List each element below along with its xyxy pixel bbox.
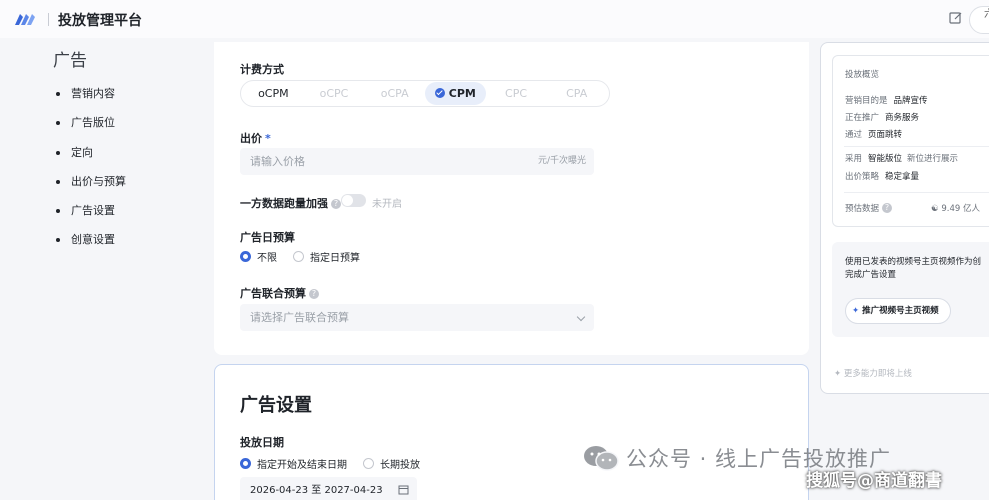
joint-budget-placeholder: 请选择广告联合预算 <box>250 311 349 324</box>
sohu-watermark: 搜狐号@商道翻書 <box>806 471 942 491</box>
ad-settings-title: 广告设置 <box>240 395 312 416</box>
sparkle-icon: ✦ <box>834 369 842 379</box>
app-title: 投放管理平台 <box>58 13 142 29</box>
summary-title: 投放概览 <box>845 70 880 80</box>
nav-item-bid-budget[interactable]: 出价与预算 <box>56 172 126 201</box>
date-range-picker[interactable]: 2026-04-23 至 2027-04-23 <box>240 477 417 500</box>
nav-item-ad-settings[interactable]: 广告设置 <box>56 201 126 230</box>
nav-dot <box>56 238 60 243</box>
summary-divider <box>844 192 989 193</box>
summary-line: 采用 智能版位 新位进行展示 <box>845 154 959 164</box>
summary-divider <box>844 146 989 147</box>
promo-text-line1: 使用已发表的视频号主页视频作为创 <box>845 257 982 267</box>
bid-placeholder: 请输入价格 <box>250 155 305 168</box>
nav-dot <box>56 92 60 96</box>
forecast-value: ☯ 9.49 亿人 <box>931 204 980 214</box>
daily-budget-radio-group: 不限 指定日预算 <box>240 249 376 264</box>
step-nav: 营销内容 广告版位 定向 出价与预算 广告设置 创意设置 <box>56 84 126 260</box>
radio-specified-dates[interactable] <box>240 458 251 469</box>
billing-method-selector: oCPM oCPC oCPA CPM CPC CPA <box>240 80 610 107</box>
more-features-note: ✦ 更多能力即将上线 <box>834 369 912 379</box>
billing-option-cpc[interactable]: CPC <box>486 82 547 105</box>
radio-unlimited[interactable] <box>240 251 251 262</box>
top-bar: 投放管理平台 六 旧 <box>0 0 989 38</box>
sparkle-icon: ✦ <box>852 306 860 316</box>
help-icon[interactable]: ? <box>309 289 319 299</box>
toggle-status: 未开启 <box>372 199 402 210</box>
user-icon: ☯ <box>931 204 939 214</box>
calendar-icon <box>398 485 409 495</box>
billing-option-ocpc[interactable]: oCPC <box>304 82 365 105</box>
edit-icon[interactable] <box>948 10 964 26</box>
nav-dot <box>56 121 60 126</box>
help-icon[interactable]: ? <box>331 199 341 209</box>
promo-text-line2: 完成广告设置 <box>845 270 897 280</box>
radio-specified-budget[interactable] <box>293 251 304 262</box>
nav-item-creative-settings[interactable]: 创意设置 <box>56 230 126 259</box>
wechat-icon <box>584 446 619 471</box>
radio-unlimited-label: 不限 <box>257 253 277 264</box>
billing-label: 计费方式 <box>240 63 284 76</box>
radio-specified-dates-label: 指定开始及结束日期 <box>257 460 347 471</box>
billing-option-ocpa[interactable]: oCPA <box>364 82 425 105</box>
check-icon <box>434 88 445 98</box>
help-icon[interactable]: ? <box>882 203 893 213</box>
brand-logo-icon <box>15 14 35 25</box>
nav-dot <box>56 179 60 184</box>
summary-line: 正在推广 商务服务 <box>845 113 920 123</box>
nav-item-marketing-content[interactable]: 营销内容 <box>56 84 126 113</box>
summary-line: 营销目的是 品牌宣传 <box>845 96 928 106</box>
bid-label: 出价 * <box>240 132 271 145</box>
promote-video-button[interactable]: ✦ 推广视频号主页视频 <box>845 298 951 324</box>
logo-divider <box>48 13 49 26</box>
nav-dot <box>56 150 60 155</box>
date-label: 投放日期 <box>240 436 284 449</box>
summary-line: 出价策略 稳定拿量 <box>845 172 920 182</box>
nav-item-targeting[interactable]: 定向 <box>56 143 126 172</box>
nav-heading: 广告 <box>53 51 87 71</box>
joint-budget-label: 广告联合预算? <box>240 285 319 301</box>
first-party-label: 一方数据跑量加强? <box>240 195 341 211</box>
user-avatar[interactable]: 六 旧 <box>969 6 989 34</box>
radio-long-term-label: 长期投放 <box>380 460 420 471</box>
billing-option-ocpm[interactable]: oCPM <box>243 82 304 105</box>
radio-long-term[interactable] <box>363 458 374 469</box>
billing-option-cpm[interactable]: CPM <box>425 82 486 105</box>
radio-specified-budget-label: 指定日预算 <box>310 253 360 264</box>
forecast-label: 预估数据? <box>845 202 893 214</box>
date-radio-group: 指定开始及结束日期 长期投放 <box>240 456 436 471</box>
joint-budget-select[interactable]: 请选择广告联合预算 <box>240 304 594 331</box>
nav-item-placement[interactable]: 广告版位 <box>56 113 126 142</box>
bid-input[interactable]: 请输入价格 元/千次曝光 <box>240 148 594 175</box>
daily-budget-label: 广告日预算 <box>240 231 295 244</box>
billing-option-cpa[interactable]: CPA <box>546 82 607 105</box>
bid-unit: 元/千次曝光 <box>537 156 586 166</box>
chevron-down-icon <box>576 312 586 322</box>
first-party-toggle[interactable] <box>341 194 366 207</box>
nav-dot <box>56 209 60 214</box>
required-mark: * <box>265 132 271 145</box>
summary-line: 通过 页面跳转 <box>845 130 903 140</box>
